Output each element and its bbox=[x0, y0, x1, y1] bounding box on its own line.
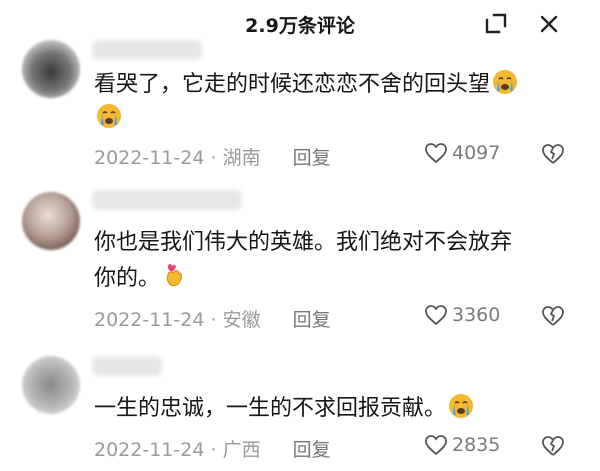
finger-heart-icon bbox=[162, 261, 186, 302]
like-count: 2835 bbox=[452, 434, 501, 456]
comment-count-title: 2.9万条评论 bbox=[245, 15, 355, 37]
comment-location: 安徽 bbox=[222, 309, 261, 331]
comment-location: 广西 bbox=[222, 439, 261, 461]
separator: · bbox=[210, 439, 217, 461]
crying-face-icon bbox=[492, 69, 518, 108]
like-count: 4097 bbox=[452, 142, 501, 164]
comment-date: 2022-11-24 bbox=[94, 439, 205, 461]
comment-text: 看哭了，它走的时候还恋恋不舍的回头望 bbox=[94, 66, 518, 108]
username-blurred[interactable] bbox=[92, 40, 202, 60]
comment-text-line2-emoji bbox=[94, 100, 122, 142]
expand-icon[interactable] bbox=[484, 12, 508, 36]
comment-text-line1: 你也是我们伟大的英雄。我们绝对不会放弃 bbox=[94, 230, 513, 255]
comment-text-line2: 你的。 bbox=[94, 266, 161, 291]
like-button[interactable]: 2835 bbox=[424, 434, 500, 456]
separator: · bbox=[210, 309, 217, 331]
avatar[interactable] bbox=[22, 192, 80, 250]
username-blurred[interactable] bbox=[92, 190, 242, 210]
comment-date: 2022-11-24 bbox=[94, 147, 205, 169]
heart-icon bbox=[425, 305, 447, 326]
reply-button[interactable]: 回复 bbox=[293, 305, 331, 332]
comment-text: 你的。 bbox=[94, 260, 186, 302]
crying-face-icon bbox=[96, 103, 122, 142]
comment-text-line1: 看哭了，它走的时候还恋恋不舍的回头望 bbox=[94, 72, 491, 97]
comment-text: 一生的忠诚，一生的不求回报贡献。 bbox=[94, 390, 474, 432]
like-button[interactable]: 3360 bbox=[424, 304, 500, 326]
comment-text-line1: 一生的忠诚，一生的不求回报贡献。 bbox=[94, 396, 447, 421]
like-button[interactable]: 4097 bbox=[424, 142, 500, 164]
username-blurred[interactable] bbox=[92, 356, 162, 376]
avatar[interactable] bbox=[22, 356, 80, 414]
comment-text: 你也是我们伟大的英雄。我们绝对不会放弃 bbox=[94, 224, 512, 262]
reply-button[interactable]: 回复 bbox=[293, 435, 331, 462]
comment-date: 2022-11-24 bbox=[94, 309, 205, 331]
separator: · bbox=[210, 147, 217, 169]
avatar[interactable] bbox=[22, 40, 80, 98]
comment-meta: 2022-11-24 · 湖南 回复 bbox=[94, 143, 331, 170]
broken-heart-icon[interactable] bbox=[540, 434, 566, 458]
comment-meta: 2022-11-24 · 广西 回复 bbox=[94, 435, 331, 462]
reply-button[interactable]: 回复 bbox=[293, 143, 331, 170]
comment-meta: 2022-11-24 · 安徽 回复 bbox=[94, 305, 331, 332]
crying-face-icon bbox=[448, 393, 474, 432]
close-icon[interactable] bbox=[536, 11, 562, 37]
heart-icon bbox=[425, 435, 447, 456]
like-count: 3360 bbox=[452, 304, 501, 326]
broken-heart-icon[interactable] bbox=[540, 142, 566, 166]
heart-icon bbox=[425, 143, 447, 164]
broken-heart-icon[interactable] bbox=[540, 304, 566, 328]
comment-location: 湖南 bbox=[222, 147, 261, 169]
comments-header: 2.9万条评论 bbox=[0, 0, 600, 48]
